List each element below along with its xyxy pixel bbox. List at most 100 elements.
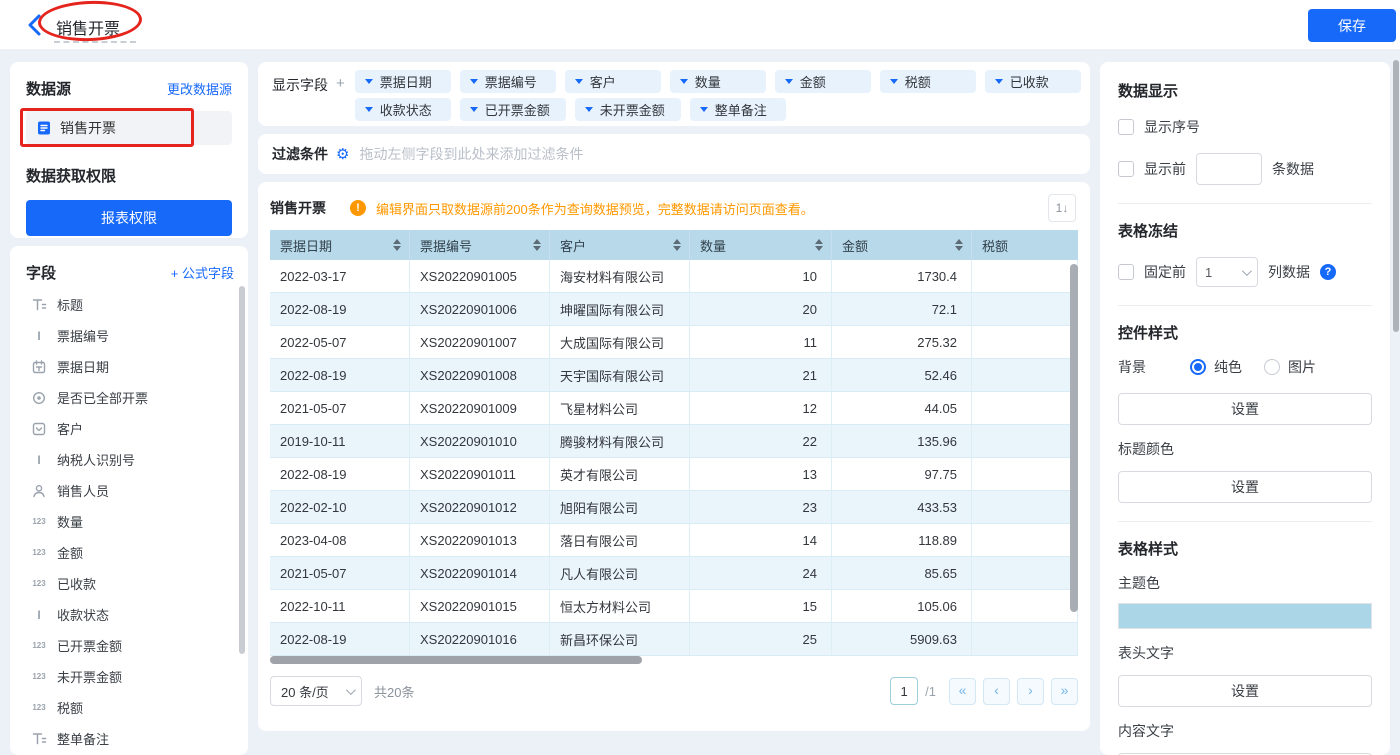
column-title: 数量	[700, 236, 726, 255]
freeze-columns-checkbox[interactable]	[1118, 264, 1134, 280]
chip-label: 已开票金额	[485, 100, 550, 119]
table-horizontal-scrollbar[interactable]	[270, 656, 642, 664]
field-item[interactable]: 是否已全部开票	[26, 382, 234, 413]
add-display-field-icon[interactable]: +	[336, 75, 345, 92]
style-panel: 数据显示 显示序号 显示前 条数据 表格冻结 固定前 1 列数据 ? 控件样式 …	[1100, 62, 1390, 755]
add-formula-field-link[interactable]: + 公式字段	[171, 263, 234, 282]
field-item-label: 已收款	[57, 574, 96, 593]
row-count-input[interactable]	[1196, 153, 1262, 185]
field-item[interactable]: 销售人员	[26, 475, 234, 506]
display-field-chip[interactable]: 已开票金额	[460, 98, 566, 121]
next-page-icon[interactable]: ›	[1017, 678, 1044, 705]
field-item[interactable]: 123数量	[26, 506, 234, 537]
radio-icon	[30, 391, 48, 405]
table-cell: 433.53	[832, 491, 972, 524]
table-cell: XS20220901012	[410, 491, 550, 524]
back-icon[interactable]	[26, 14, 46, 36]
last-page-icon[interactable]: »	[1051, 678, 1078, 705]
field-item[interactable]: 123未开票金额	[26, 661, 234, 692]
table-header-cell[interactable]: 票据编号	[410, 230, 550, 260]
chevron-down-icon	[365, 79, 373, 84]
help-icon[interactable]: ?	[1320, 264, 1336, 280]
display-field-chip[interactable]: 票据编号	[460, 70, 556, 93]
sort-order-icon[interactable]: 1↓	[1048, 194, 1076, 222]
datasource-item[interactable]: 销售开票	[26, 111, 232, 145]
table-row: 2021-05-07XS20220901014凡人有限公司2485.65	[270, 557, 1078, 590]
table-cell: 恒太方材料公司	[550, 590, 690, 623]
field-item[interactable]: 123金额	[26, 537, 234, 568]
table-cell: 2022-05-07	[270, 326, 410, 359]
chevron-down-icon	[995, 79, 1003, 84]
number-icon: 123	[30, 548, 48, 557]
sorter-icon[interactable]	[955, 239, 963, 251]
field-item[interactable]: 123已收款	[26, 568, 234, 599]
person-icon	[30, 484, 48, 498]
current-page-box[interactable]: 1	[890, 677, 918, 705]
field-item[interactable]: 客户	[26, 413, 234, 444]
page-total-text: /1	[925, 684, 936, 699]
theme-color-swatch[interactable]	[1118, 603, 1372, 629]
title-color-set-button[interactable]: 设置	[1118, 471, 1372, 503]
display-field-chip[interactable]: 票据日期	[355, 70, 451, 93]
image-radio[interactable]	[1264, 359, 1280, 375]
table-header-cell[interactable]: 税额	[972, 230, 1078, 260]
freeze-heading: 表格冻结	[1118, 220, 1372, 241]
prev-page-icon[interactable]: ‹	[983, 678, 1010, 705]
sorter-icon[interactable]	[533, 239, 541, 251]
save-button[interactable]: 保存	[1308, 9, 1396, 42]
freeze-count-select[interactable]: 1	[1196, 257, 1258, 287]
display-field-chip[interactable]: 已收款	[985, 70, 1081, 93]
field-item[interactable]: I纳税人识别号	[26, 444, 234, 475]
number-icon: 123	[30, 641, 48, 650]
table-header-cell[interactable]: 金额	[832, 230, 972, 260]
chip-label: 税额	[905, 72, 931, 91]
solid-color-radio[interactable]	[1190, 359, 1206, 375]
page-title[interactable]: 销售开票	[56, 15, 120, 39]
gear-icon[interactable]: ⚙	[336, 147, 349, 162]
sorter-icon[interactable]	[393, 239, 401, 251]
display-field-chip[interactable]: 数量	[670, 70, 766, 93]
field-item[interactable]: I票据编号	[26, 320, 234, 351]
fields-scrollbar[interactable]	[239, 286, 245, 654]
table-cell: 11	[690, 326, 832, 359]
display-field-chip[interactable]: 整单备注	[690, 98, 786, 121]
field-item[interactable]: I收款状态	[26, 599, 234, 630]
display-field-chip[interactable]: 客户	[565, 70, 661, 93]
display-field-chip[interactable]: 金额	[775, 70, 871, 93]
table-cell: 14	[690, 524, 832, 557]
show-index-checkbox[interactable]	[1118, 119, 1134, 135]
table-cell	[972, 524, 1078, 557]
field-item[interactable]: 123税额	[26, 692, 234, 723]
display-field-chip[interactable]: 未开票金额	[575, 98, 681, 121]
chevron-down-icon	[470, 107, 478, 112]
chevron-down-icon	[890, 79, 898, 84]
field-item[interactable]: 整单备注	[26, 723, 234, 754]
table-row: 2022-10-11XS20220901015恒太方材料公司15105.06	[270, 590, 1078, 623]
show-first-checkbox[interactable]	[1118, 161, 1134, 177]
field-item[interactable]: 标题	[26, 289, 234, 320]
table-header-cell[interactable]: 数量	[690, 230, 832, 260]
display-field-chip[interactable]: 收款状态	[355, 98, 451, 121]
sorter-icon[interactable]	[673, 239, 681, 251]
sorter-icon[interactable]	[815, 239, 823, 251]
report-permission-button[interactable]: 报表权限	[26, 200, 232, 236]
first-page-icon[interactable]: «	[949, 678, 976, 705]
page-size-select[interactable]: 20 条/页	[270, 676, 362, 706]
number-icon: 123	[30, 672, 48, 681]
table-row: 2022-08-19XS20220901016新昌环保公司255909.63	[270, 623, 1078, 656]
table-cell: XS20220901016	[410, 623, 550, 656]
table-cell: 2023-04-08	[270, 524, 410, 557]
divider	[1118, 305, 1372, 306]
change-datasource-link[interactable]: 更改数据源	[167, 79, 232, 98]
table-header-cell[interactable]: 票据日期	[270, 230, 410, 260]
field-item[interactable]: 123已开票金额	[26, 630, 234, 661]
display-field-chip[interactable]: 税额	[880, 70, 976, 93]
table-cell: 22	[690, 425, 832, 458]
background-set-button[interactable]: 设置	[1118, 393, 1372, 425]
table-header-cell[interactable]: 客户	[550, 230, 690, 260]
header-text-set-button[interactable]: 设置	[1118, 675, 1372, 707]
field-item[interactable]: 票据日期	[26, 351, 234, 382]
page-scrollbar[interactable]	[1393, 60, 1399, 332]
table-vertical-scrollbar[interactable]	[1070, 264, 1078, 612]
table-row: 2021-05-07XS20220901009飞星材料公司1244.05	[270, 392, 1078, 425]
